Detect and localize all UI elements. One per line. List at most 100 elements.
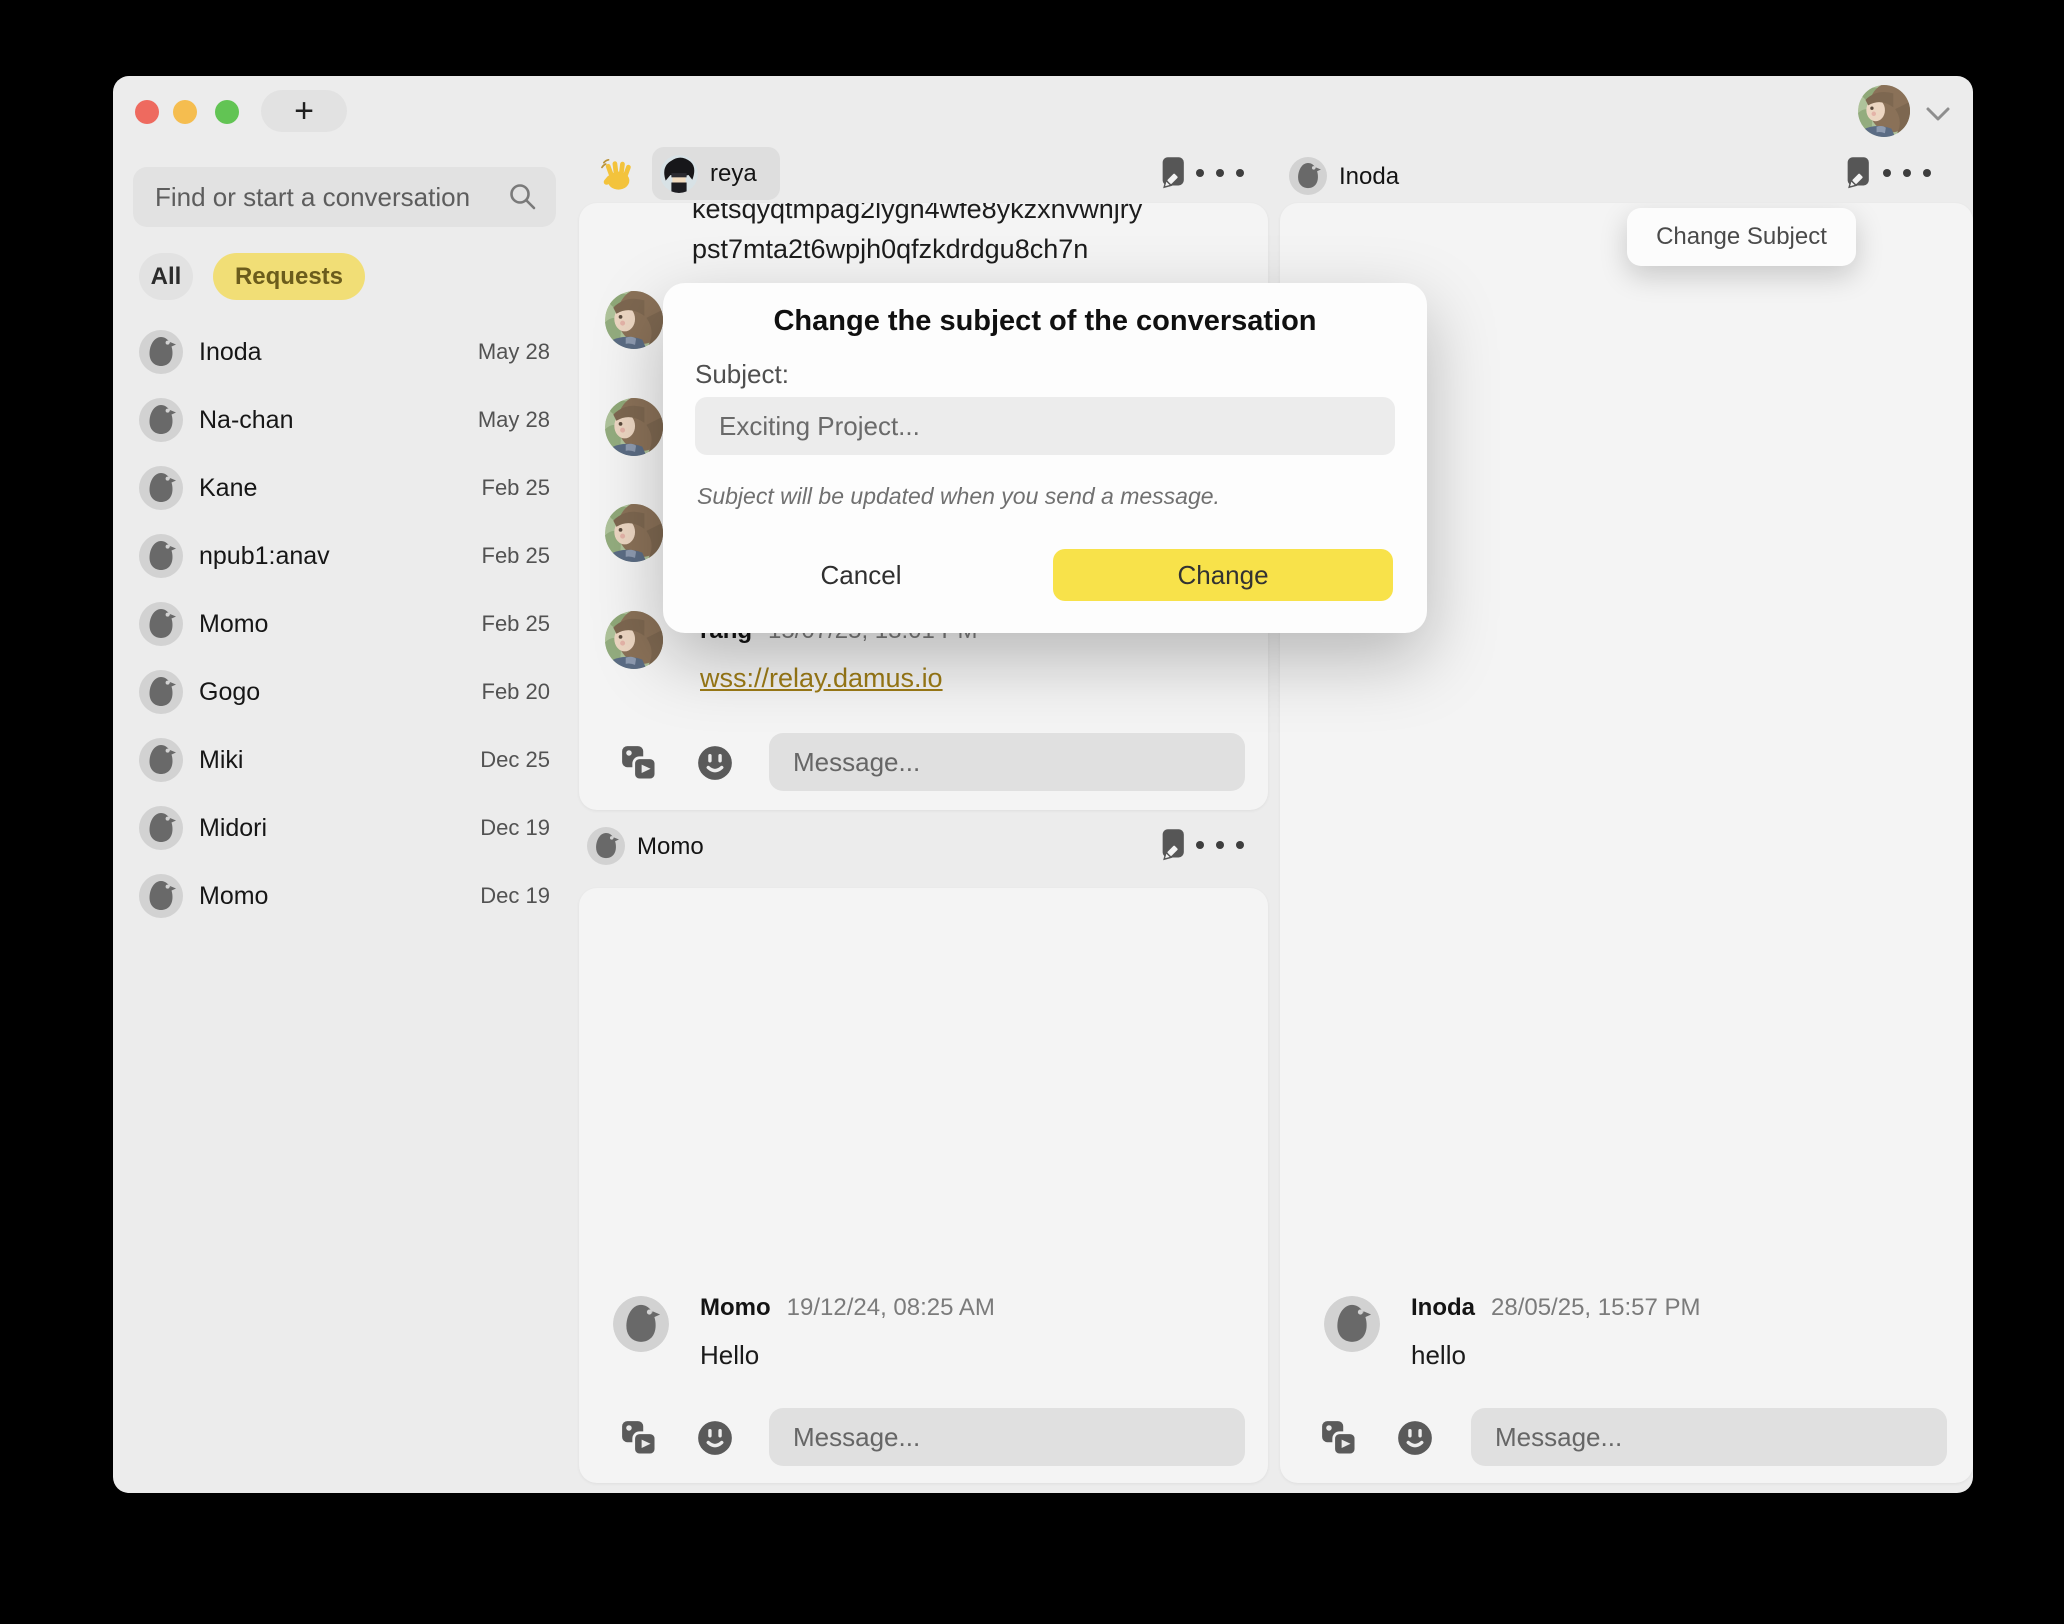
momo-avatar [587, 827, 625, 865]
message-header: Momo 19/12/24, 08:25 AM [700, 1294, 995, 1322]
message-input[interactable] [769, 747, 1245, 778]
conversation-list-item[interactable]: Momo Dec 19 [133, 862, 556, 930]
conversation-list-item[interactable]: Midori Dec 19 [133, 794, 556, 862]
subject-field-wrap [695, 397, 1395, 455]
message-header: Inoda 28/05/25, 15:57 PM [1411, 1294, 1700, 1322]
conversation-date: Feb 20 [482, 679, 551, 705]
conversation-list-item[interactable]: Gogo Feb 20 [133, 658, 556, 726]
conversation-name: Inoda [199, 338, 262, 367]
npub-line-clipped: ketsqyqtmpag2lygn4wfe8ykzxnvwnjry [692, 203, 1252, 229]
message-timestamp: 19/12/24, 08:25 AM [787, 1294, 995, 1322]
change-subject-icon[interactable] [1160, 155, 1190, 193]
attach-media-icon[interactable] [1320, 1419, 1358, 1457]
chevron-down-icon[interactable] [1925, 106, 1951, 122]
message-composer[interactable] [1471, 1408, 1947, 1466]
filter-requests-chip[interactable]: Requests [213, 253, 365, 300]
reya-avatar [660, 155, 698, 193]
message-input[interactable] [769, 1422, 1245, 1453]
default-bird-avatar-icon [139, 670, 183, 714]
sender-avatar [613, 1296, 669, 1352]
conversation-name: Momo [199, 610, 268, 639]
default-bird-avatar-icon [139, 466, 183, 510]
conversation-date: Feb 25 [482, 543, 551, 569]
default-bird-avatar-icon [139, 330, 183, 374]
conversation-list: Inoda May 28 Na-chan May 28 Kane Feb 25 … [133, 318, 556, 930]
conversation-list-item[interactable]: Miki Dec 25 [133, 726, 556, 794]
attach-media-icon[interactable] [620, 1419, 658, 1457]
chat-menu-icon[interactable] [1196, 168, 1244, 178]
conversation-date: Feb 25 [482, 475, 551, 501]
emoji-picker-icon[interactable] [697, 745, 733, 781]
conversation-list-item[interactable]: Na-chan May 28 [133, 386, 556, 454]
conversation-date: May 28 [478, 407, 550, 433]
emoji-picker-icon[interactable] [697, 1420, 733, 1456]
subject-note: Subject will be updated when you send a … [697, 483, 1220, 510]
subject-input[interactable] [695, 411, 1395, 442]
search-icon [508, 182, 538, 212]
sender-avatar [1324, 1296, 1380, 1352]
message-sender: Inoda [1411, 1294, 1475, 1322]
default-bird-avatar-icon [139, 738, 183, 782]
default-bird-avatar-icon [139, 534, 183, 578]
default-bird-avatar-icon [139, 806, 183, 850]
sender-avatar [605, 398, 663, 456]
message-composer[interactable] [769, 733, 1245, 791]
sender-avatar [605, 504, 663, 562]
account-avatar[interactable] [1858, 85, 1910, 137]
npub-message: ketsqyqtmpag2lygn4wfe8ykzxnvwnjry pst7mt… [692, 203, 1252, 269]
change-subject-icon[interactable] [1845, 155, 1875, 193]
new-conversation-button[interactable]: + [261, 90, 347, 132]
search-input[interactable] [133, 182, 508, 213]
sender-avatar [605, 291, 663, 349]
conversation-list-item[interactable]: Inoda May 28 [133, 318, 556, 386]
message-composer[interactable] [769, 1408, 1245, 1466]
conversation-date: May 28 [478, 339, 550, 365]
wave-emoji-icon [601, 157, 635, 191]
attach-media-icon[interactable] [620, 744, 658, 782]
conversation-list-item[interactable]: Momo Feb 25 [133, 590, 556, 658]
change-subject-tooltip: Change Subject [1627, 208, 1856, 266]
filter-all-chip[interactable]: All [139, 253, 193, 300]
conversation-list-item[interactable]: Kane Feb 25 [133, 454, 556, 522]
relay-link[interactable]: wss://relay.damus.io [700, 663, 943, 694]
chat-title-inoda[interactable]: Inoda [1339, 163, 1399, 191]
close-window-button[interactable] [135, 100, 159, 124]
chat-panel-momo: Momo 19/12/24, 08:25 AM Hello [579, 888, 1268, 1483]
change-button[interactable]: Change [1053, 549, 1393, 601]
change-subject-icon[interactable] [1160, 827, 1190, 865]
chat-title-reya[interactable]: reya [652, 147, 780, 200]
inoda-avatar [1289, 157, 1327, 195]
npub-line: pst7mta2t6wpjh0qfzkdrdgu8ch7n [692, 229, 1252, 269]
sender-avatar [605, 611, 663, 669]
zoom-window-button[interactable] [215, 100, 239, 124]
conversation-name: Gogo [199, 678, 260, 707]
conversation-date: Dec 19 [480, 815, 550, 841]
change-subject-dialog: Change the subject of the conversation S… [663, 283, 1427, 633]
emoji-picker-icon[interactable] [1397, 1420, 1433, 1456]
minimize-window-button[interactable] [173, 100, 197, 124]
chat-menu-icon[interactable] [1883, 168, 1931, 178]
subject-label: Subject: [695, 359, 789, 390]
conversation-date: Dec 19 [480, 883, 550, 909]
app-window: + All Requests Inoda May 28 Na-chan May … [113, 76, 1973, 1493]
search-conversation-box[interactable] [133, 167, 556, 227]
conversation-date: Dec 25 [480, 747, 550, 773]
conversation-list-item[interactable]: npub1:anav Feb 25 [133, 522, 556, 590]
cancel-button[interactable]: Cancel [806, 551, 916, 599]
default-bird-avatar-icon [139, 874, 183, 918]
default-bird-avatar-icon [139, 398, 183, 442]
desktop: + All Requests Inoda May 28 Na-chan May … [0, 0, 2064, 1624]
message-text: hello [1411, 1340, 1466, 1371]
message-text: Hello [700, 1340, 759, 1371]
message-sender: Momo [700, 1294, 771, 1322]
conversation-name: npub1:anav [199, 542, 330, 571]
user-avatar-image [1858, 85, 1910, 137]
chat-menu-icon[interactable] [1196, 840, 1244, 850]
conversation-date: Feb 25 [482, 611, 551, 637]
chat-title-label: reya [710, 160, 757, 188]
message-timestamp: 28/05/25, 15:57 PM [1491, 1294, 1700, 1322]
message-input[interactable] [1471, 1422, 1947, 1453]
chat-title-momo[interactable]: Momo [637, 833, 704, 861]
conversation-name: Miki [199, 746, 243, 775]
conversation-name: Midori [199, 814, 267, 843]
